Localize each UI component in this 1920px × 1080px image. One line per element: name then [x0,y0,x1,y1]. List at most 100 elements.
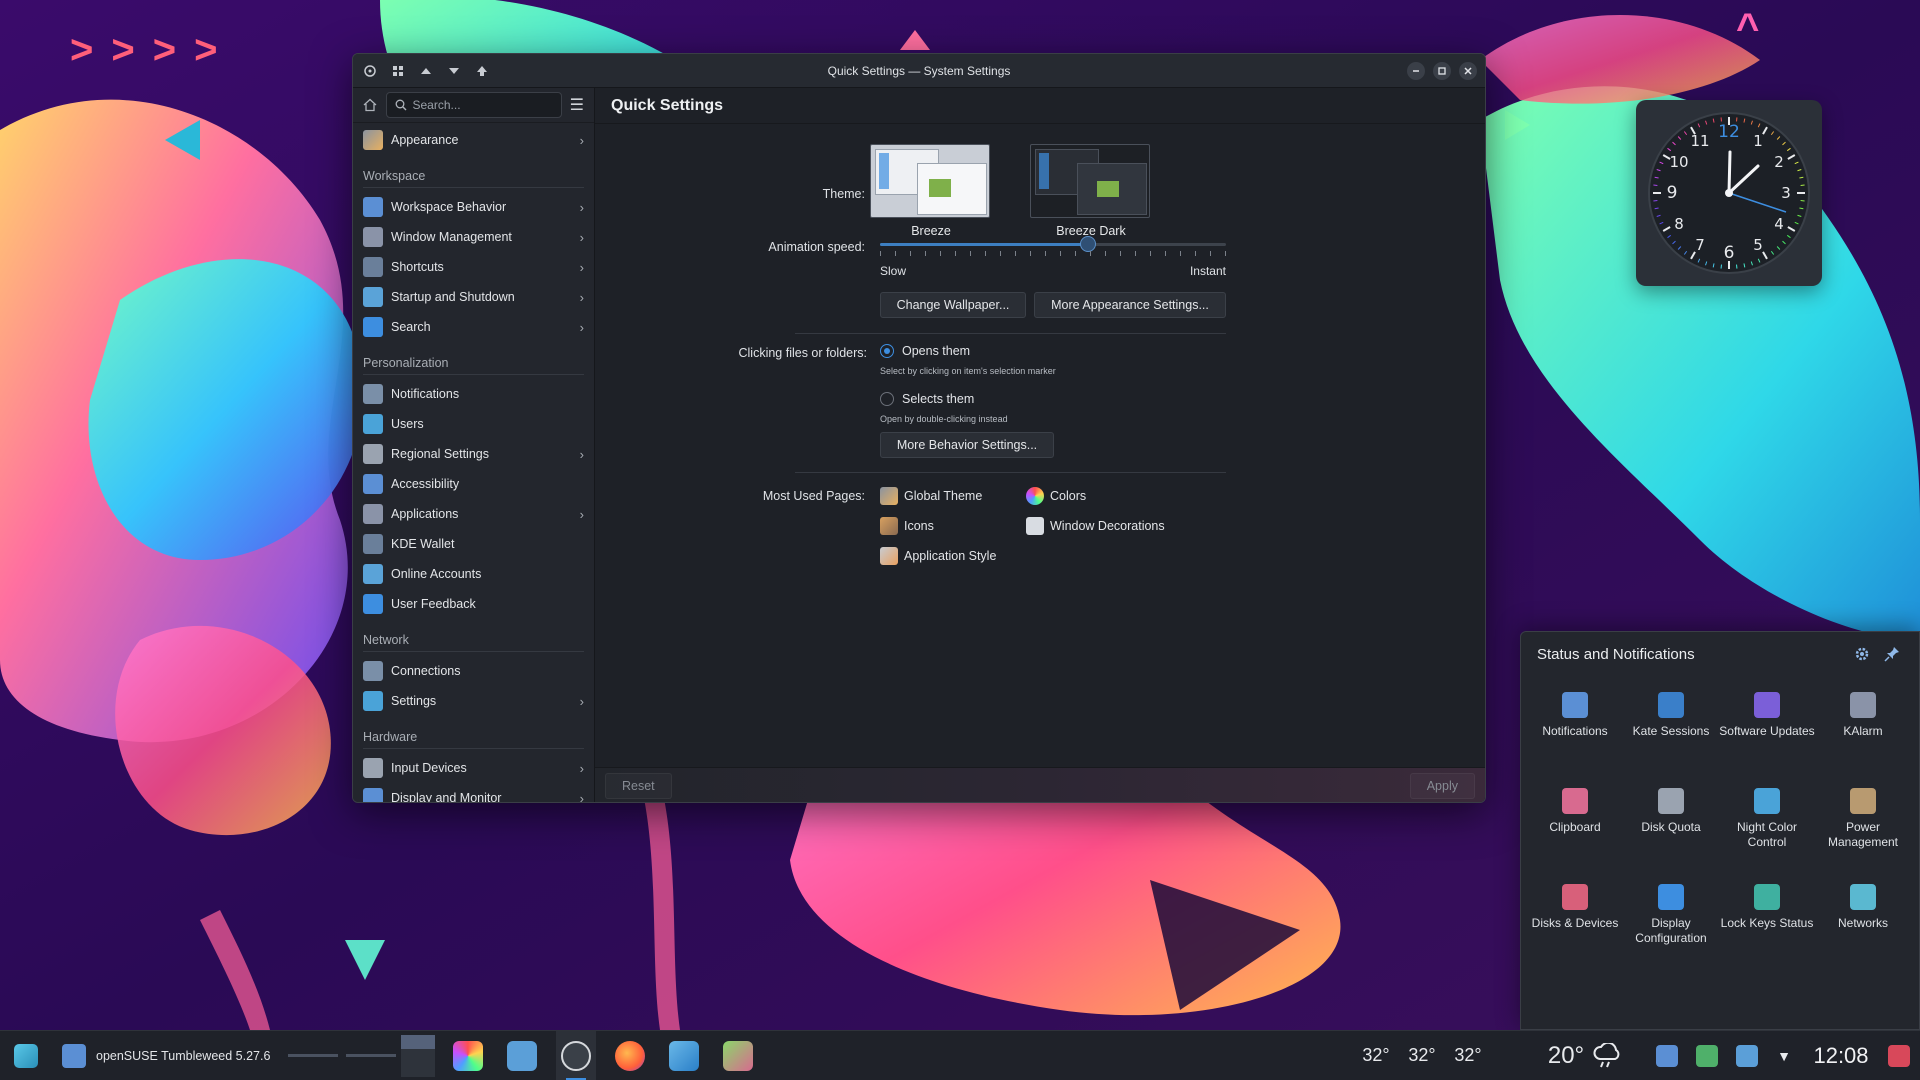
task-app-6[interactable] [720,1031,756,1080]
cpu-temp-3[interactable]: 32° [1448,1031,1488,1080]
tray-app-icon[interactable] [1692,1031,1722,1080]
sidebar-item-accessibility[interactable]: Accessibility [353,469,594,499]
pager-desktop-2[interactable] [346,1054,396,1057]
pager-desktop-1[interactable] [288,1054,338,1057]
more-appearance-settings-button[interactable]: More Appearance Settings... [1034,292,1226,318]
panel-item-kalarm[interactable]: KAlarm [1815,686,1911,776]
pager-desktop-3[interactable] [400,1031,436,1080]
sidebar-item-regional-settings[interactable]: Regional Settings › [353,439,594,469]
link-colors[interactable]: Colors [1026,487,1086,505]
panel-item-clipboard[interactable]: Clipboard [1527,782,1623,872]
task-firefox[interactable] [612,1031,648,1080]
volume-icon[interactable] [1732,1031,1762,1080]
link-global-theme[interactable]: Global Theme [880,487,982,505]
sidebar-item-users[interactable]: Users [353,409,594,439]
panel-item-notifications[interactable]: Notifications [1527,686,1623,776]
animation-speed-slider[interactable] [880,236,1226,261]
svg-text:4: 4 [1774,215,1784,233]
task-app-1[interactable] [450,1031,486,1080]
sidebar-item-notifications[interactable]: Notifications [353,379,594,409]
digital-clock[interactable]: 12:08 [1806,1031,1876,1080]
panel-item-night-color-control[interactable]: Night Color Control [1719,782,1815,872]
activity-switcher[interactable]: openSUSE Tumbleweed 5.27.6 [62,1031,272,1080]
show-desktop-icon[interactable] [1884,1031,1914,1080]
hamburger-menu-icon[interactable]: ☰ [568,93,587,117]
sidebar-item-kde-wallet[interactable]: KDE Wallet [353,529,594,559]
app-menu-icon[interactable] [359,60,381,82]
sidebar-item-startup-and-shutdown[interactable]: Startup and Shutdown › [353,282,594,312]
chevron-right-icon: › [579,446,584,462]
sidebar-item-workspace-behavior[interactable]: Workspace Behavior › [353,192,594,222]
panel-item-disks-devices[interactable]: Disks & Devices [1527,878,1623,968]
sidebar-item-appearance[interactable]: Appearance › [353,125,594,155]
panel-item-label: Night Color Control [1736,820,1798,849]
sidebar-item-settings[interactable]: Settings › [353,686,594,716]
sidebar-item-shortcuts[interactable]: Shortcuts › [353,252,594,282]
task-dolphin[interactable] [666,1031,702,1080]
more-behavior-settings-button[interactable]: More Behavior Settings... [880,432,1054,458]
radio-button-checked[interactable] [880,344,894,358]
chevron-right-icon: › [579,132,584,148]
link-application-style[interactable]: Application Style [880,547,996,565]
sidebar-item-search[interactable]: Search › [353,312,594,342]
shade-icon[interactable] [471,60,493,82]
home-icon[interactable] [361,93,380,117]
keep-below-icon[interactable] [443,60,465,82]
panel-item-lock-keys-status[interactable]: Lock Keys Status [1719,878,1815,968]
tray-media-icon[interactable] [1652,1031,1682,1080]
window-titlebar[interactable]: Quick Settings — System Settings [353,54,1485,88]
panel-item-disk-quota[interactable]: Disk Quota [1623,782,1719,872]
theme-card-breeze[interactable]: Breeze [870,144,992,238]
panel-item-networks[interactable]: Networks [1815,878,1911,968]
search-input[interactable] [412,98,553,113]
panel-item-kate-sessions[interactable]: Kate Sessions [1623,686,1719,776]
gear-icon[interactable] [1851,643,1873,665]
theme-card-breeze-dark[interactable]: Breeze Dark [1030,144,1152,238]
sidebar-item-online-accounts[interactable]: Online Accounts [353,559,594,589]
radio-button-unchecked[interactable] [880,392,894,406]
panel-item-label: Power Management [1827,820,1899,849]
panel-item-software-updates[interactable]: Software Updates [1719,686,1815,776]
all-desktops-icon[interactable] [387,60,409,82]
close-icon[interactable] [1459,61,1477,80]
cpu-temp-1[interactable]: 32° [1356,1031,1396,1080]
link-icons[interactable]: Icons [880,517,934,535]
svg-text:11: 11 [1690,132,1709,150]
maximize-icon[interactable] [1433,61,1451,80]
pin-icon[interactable] [1881,643,1903,665]
task-system-settings[interactable] [556,1030,596,1080]
weather-widget[interactable]: 20° [1540,1031,1630,1080]
sidebar-item-connections[interactable]: Connections [353,656,594,686]
radio-opens-them[interactable]: Opens them [880,344,970,358]
keep-above-icon[interactable] [415,60,437,82]
accessibility-icon [363,474,383,495]
slider-handle[interactable] [1079,236,1096,252]
reset-button[interactable]: Reset [605,773,672,799]
panel-item-power-management[interactable]: Power Management [1815,782,1911,872]
sidebar-item-display-and-monitor[interactable]: Display and Monitor › [353,783,594,802]
minimize-icon[interactable] [1407,61,1425,80]
sidebar-item-label: Workspace Behavior [391,200,507,215]
link-window-decorations[interactable]: Window Decorations [1026,517,1165,535]
theme-thumbnail-breeze [870,144,990,218]
tray-expand-icon[interactable]: ▼ [1772,1031,1796,1080]
sidebar-search[interactable] [385,92,562,119]
radio-opens-hint: Select by clicking on item's selection m… [880,366,1056,376]
analog-clock-widget[interactable]: 12 1 2 3 4 5 6 7 8 9 10 11 [1636,100,1822,286]
sidebar-item-label: Settings [391,694,437,709]
application-launcher[interactable] [8,1031,44,1080]
search-icon [363,317,383,338]
sidebar-item-window-management[interactable]: Window Management › [353,222,594,252]
radio-selects-them[interactable]: Selects them [880,392,974,406]
night-color-control-icon [1754,788,1780,814]
sidebar-item-input-devices[interactable]: Input Devices › [353,753,594,783]
change-wallpaper-button[interactable]: Change Wallpaper... [880,292,1026,318]
sidebar-item-applications[interactable]: Applications › [353,499,594,529]
sidebar-item-label: Connections [391,664,461,679]
cpu-temp-2[interactable]: 32° [1402,1031,1442,1080]
apply-button[interactable]: Apply [1409,773,1475,799]
sidebar-item-user-feedback[interactable]: User Feedback [353,589,594,619]
pager[interactable] [282,1031,402,1080]
panel-item-display-configuration[interactable]: Display Configuration [1623,878,1719,968]
task-app-2[interactable] [504,1031,540,1080]
